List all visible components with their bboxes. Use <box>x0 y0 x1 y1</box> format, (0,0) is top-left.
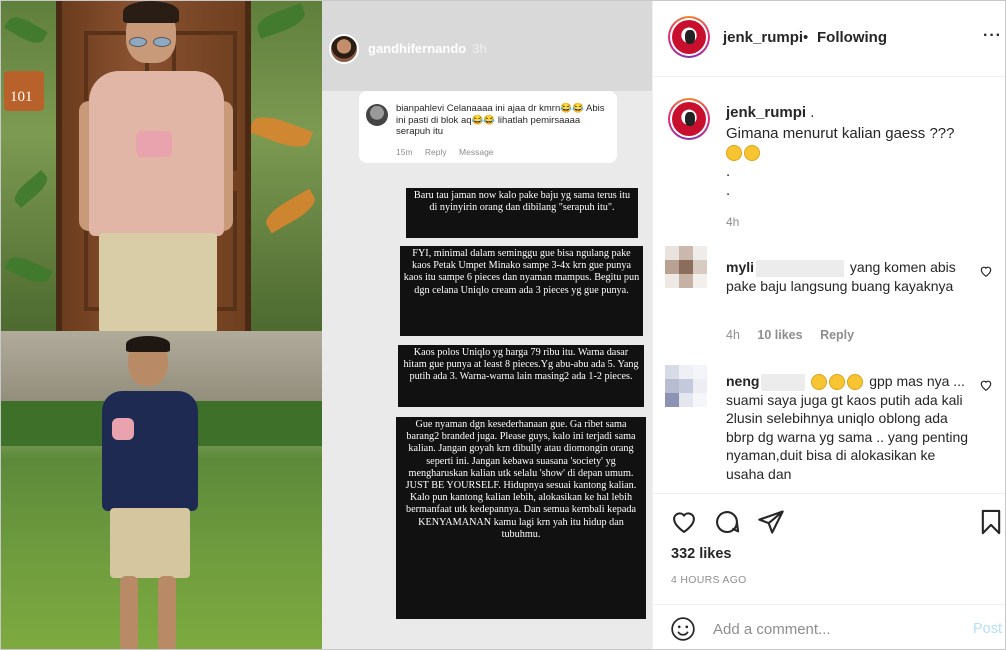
story-text-box: Gue nyaman dgn kesederhanaan gue. Ga rib… <box>396 417 646 619</box>
caption-username[interactable]: jenk_rumpi . <box>726 104 814 121</box>
house-number-plaque: 101 <box>4 71 44 111</box>
comment-likes[interactable]: 10 likes <box>757 328 802 342</box>
comment-meta: 4h 10 likes Reply <box>726 328 868 342</box>
comment-bubble-icon[interactable] <box>713 508 741 536</box>
author-avatar[interactable] <box>668 16 710 58</box>
comment-like-heart-icon[interactable] <box>979 264 993 278</box>
story-text-box: Baru tau jaman now kalo pake baju yg sam… <box>406 188 638 238</box>
more-horizontal-icon[interactable]: ··· <box>983 27 1002 45</box>
story-reply-card: bianpahlevi Celanaaaa ini ajaa dr kmrn😂😂… <box>359 91 617 163</box>
blurred-username <box>761 373 806 391</box>
following-button[interactable]: Following <box>817 29 887 46</box>
story-time: 3h <box>472 41 487 56</box>
story-avatar <box>329 34 359 64</box>
post-photo: 101 <box>1 1 322 649</box>
bookmark-icon[interactable] <box>977 508 1005 536</box>
add-comment-bar: Post <box>653 604 1005 649</box>
comment-reply-button[interactable]: Reply <box>820 328 854 342</box>
comments-list[interactable]: jenk_rumpi . Gimana menurut kalian gaess… <box>653 78 1005 492</box>
post-header: jenk_rumpi • Following ··· <box>653 1 1005 77</box>
commenter-avatar[interactable] <box>665 365 707 407</box>
clap-emoji-icons <box>811 373 865 391</box>
person-photo-2 <box>96 336 206 649</box>
post-modal: 101 gandhifernando 3h bianpahlevi Celana… <box>0 0 1006 650</box>
blurred-username <box>756 259 845 277</box>
separator-dot: • <box>803 29 809 46</box>
reply-meta: 15m Reply Message <box>396 147 494 157</box>
comment-like-heart-icon[interactable] <box>979 378 993 392</box>
emoji-smiley-icon[interactable] <box>670 616 696 642</box>
post-timestamp: 4 HOURS AGO <box>671 574 747 586</box>
post-actions: 332 likes 4 HOURS AGO <box>653 493 1005 603</box>
reply-avatar <box>366 104 388 126</box>
reply-text: bianpahlevi Celanaaaa ini ajaa dr kmrn😂😂… <box>396 103 605 137</box>
caption-text: Gimana menurut kalian gaess ??? . . <box>726 124 976 200</box>
post-side-panel: jenk_rumpi • Following ··· jenk_rumpi . … <box>652 1 1005 649</box>
comment-text: myli yang komen abis pake baju langsung … <box>726 259 956 294</box>
thinking-emoji-icons <box>726 143 976 162</box>
photo-top: 101 <box>1 1 322 331</box>
post-comment-button[interactable]: Post <box>973 621 1002 637</box>
comment-input[interactable] <box>713 618 953 640</box>
author-username[interactable]: jenk_rumpi <box>723 29 803 46</box>
commenter-avatar[interactable] <box>665 246 707 288</box>
likes-count[interactable]: 332 likes <box>671 546 731 562</box>
comment-text: neng gpp mas nya ... suami saya juga gt … <box>726 373 969 482</box>
story-username: gandhifernando 3h <box>368 41 487 56</box>
share-paper-plane-icon[interactable] <box>757 508 785 536</box>
story-screenshot: gandhifernando 3h bianpahlevi Celanaaaa i… <box>322 1 652 649</box>
caption-time: 4h <box>726 215 740 229</box>
person-photo-1 <box>79 1 233 331</box>
caption-avatar[interactable] <box>668 98 710 140</box>
photo-bottom <box>1 331 322 649</box>
comment-time: 4h <box>726 328 740 342</box>
story-text-box: FYI, minimal dalam seminggu gue bisa ngu… <box>400 246 643 336</box>
like-heart-icon[interactable] <box>670 508 698 536</box>
story-text-box: Kaos polos Uniqlo yg harga 79 ribu itu. … <box>398 345 644 407</box>
